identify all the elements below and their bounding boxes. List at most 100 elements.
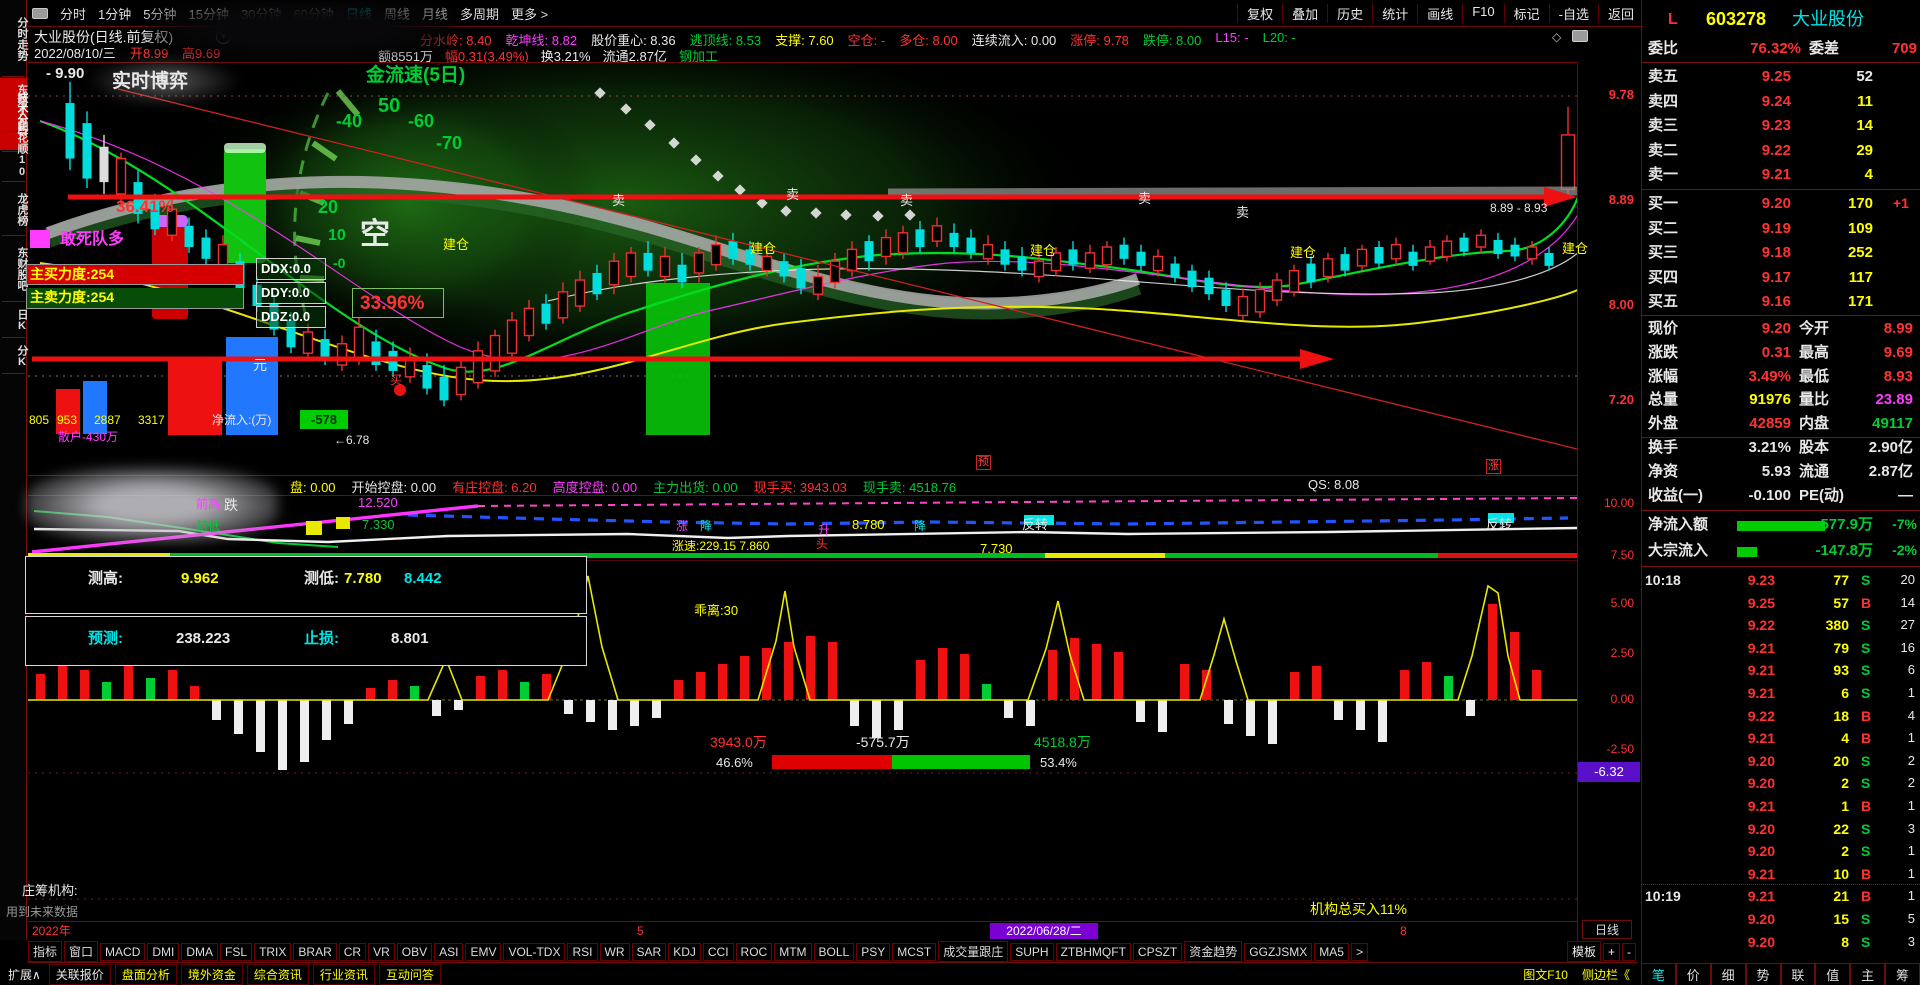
stat-row-换手: 换手 3.21% 股本 2.90亿 bbox=[1641, 437, 1920, 460]
tuwen-f10-button[interactable]: 图文F10 bbox=[1516, 965, 1575, 984]
toolbar-button-叠加[interactable]: 叠加 bbox=[1282, 3, 1327, 23]
tab-BRAR[interactable]: BRAR bbox=[293, 942, 337, 961]
sidebar-item-4[interactable]: 同花顺10 bbox=[0, 118, 28, 180]
blur-patch-left bbox=[26, 468, 278, 542]
tab-窗口[interactable]: 窗口 bbox=[64, 941, 99, 962]
template-button[interactable]: 模板 bbox=[1566, 941, 1601, 962]
toolbar-button-返回[interactable]: 返回 bbox=[1597, 3, 1643, 23]
mini-window-icon[interactable] bbox=[1572, 30, 1588, 42]
tab-CCI[interactable]: CCI bbox=[702, 942, 734, 961]
bid-row-5: 买五 9.16 171 bbox=[1641, 290, 1920, 314]
tick-count: 1 bbox=[1907, 685, 1915, 700]
ask-qty: 52 bbox=[1856, 68, 1873, 85]
period-分时[interactable]: 分时 bbox=[54, 4, 92, 23]
tab-DMA[interactable]: DMA bbox=[181, 942, 219, 961]
tab-TRIX[interactable]: TRIX bbox=[254, 942, 292, 961]
sidebar-item-7[interactable]: 日K bbox=[0, 304, 28, 336]
bid-label: 买四 bbox=[1648, 268, 1679, 286]
quote-tab-势[interactable]: 势 bbox=[1745, 962, 1781, 985]
tick-count: 1 bbox=[1907, 888, 1915, 904]
toolbar-button--自选[interactable]: -自选 bbox=[1548, 3, 1598, 23]
statusbar-盘面分析[interactable]: 盘面分析 bbox=[114, 963, 177, 985]
tick-direction: B bbox=[1861, 798, 1872, 814]
tab-GGZJSMX[interactable]: GGZJSMX bbox=[1244, 942, 1313, 961]
sidebar-item-1[interactable]: 分时走势 bbox=[0, 3, 28, 75]
oscpane-label-6: 46.6% bbox=[716, 755, 753, 770]
statusbar-互动问答[interactable]: 互动问答 bbox=[378, 963, 441, 985]
tab-CPSZT[interactable]: CPSZT bbox=[1132, 942, 1183, 961]
tab-MACD[interactable]: MACD bbox=[100, 942, 146, 961]
overlay-label-7: 20 bbox=[318, 197, 339, 217]
quote-tab-价[interactable]: 价 bbox=[1675, 962, 1711, 985]
tab-ZTBHMQFT[interactable]: ZTBHMQFT bbox=[1055, 942, 1131, 961]
netflow-badge: -578 bbox=[300, 410, 348, 429]
quote-tab-主[interactable]: 主 bbox=[1850, 962, 1886, 985]
statusbar-扩展∧[interactable]: 扩展∧ bbox=[0, 965, 49, 984]
tab-WR[interactable]: WR bbox=[599, 942, 630, 961]
toolbar-button-F10[interactable]: F10 bbox=[1462, 3, 1503, 23]
tab-CR[interactable]: CR bbox=[338, 942, 367, 961]
statusbar-关联报价[interactable]: 关联报价 bbox=[48, 963, 111, 985]
stat-label-2: PE(动) bbox=[1799, 486, 1845, 504]
sidebar-item-5[interactable]: 龙虎榜 bbox=[0, 184, 28, 234]
tab-SAR[interactable]: SAR bbox=[631, 942, 667, 961]
tab->[interactable]: > bbox=[1350, 942, 1368, 961]
statusbar-综合资讯[interactable]: 综合资讯 bbox=[246, 963, 309, 985]
quote-tab-值[interactable]: 值 bbox=[1815, 962, 1851, 985]
toolbar-button-历史[interactable]: 历史 bbox=[1327, 3, 1372, 23]
tab-BOLL[interactable]: BOLL bbox=[813, 942, 855, 961]
toolbar-button-画线[interactable]: 画线 bbox=[1417, 3, 1462, 23]
tab-VR[interactable]: VR bbox=[368, 942, 395, 961]
tick-price: 9.22 bbox=[1747, 617, 1775, 634]
tab-DMI[interactable]: DMI bbox=[147, 942, 180, 961]
stat-label-2: 最高 bbox=[1799, 343, 1830, 361]
tab-OBV[interactable]: OBV bbox=[396, 942, 433, 961]
period-更多 >[interactable]: 更多 > bbox=[505, 4, 554, 23]
sidebar-item-8[interactable]: 分K bbox=[0, 340, 28, 372]
tab-MA5[interactable]: MA5 bbox=[1314, 942, 1349, 961]
toolbar-button-统计[interactable]: 统计 bbox=[1372, 3, 1417, 23]
readout1-2: 股价重心: 8.36 bbox=[591, 33, 676, 48]
tick-volume: 18 bbox=[1833, 707, 1849, 724]
statusbar-行业资讯[interactable]: 行业资讯 bbox=[312, 963, 375, 985]
quote-tab-筹[interactable]: 筹 bbox=[1885, 962, 1920, 985]
tab-MTM[interactable]: MTM bbox=[774, 942, 812, 961]
tab-EMV[interactable]: EMV bbox=[465, 942, 502, 961]
tab-资金趋势[interactable]: 资金趋势 bbox=[1184, 941, 1243, 962]
zoom-in-button[interactable]: + bbox=[1602, 942, 1620, 961]
tab-MCST[interactable]: MCST bbox=[892, 942, 937, 961]
tab-RSI[interactable]: RSI bbox=[567, 942, 598, 961]
panel-sep bbox=[1641, 315, 1920, 316]
trendpane-label-13: 涨速:229.15 7.860 bbox=[672, 539, 770, 553]
zoom-out-button[interactable]: - bbox=[1622, 942, 1636, 961]
quote-tab-联[interactable]: 联 bbox=[1780, 962, 1816, 985]
bid-row-4: 买四 9.17 117 bbox=[1641, 266, 1920, 290]
tab-SUPH[interactable]: SUPH bbox=[1010, 942, 1054, 961]
oscillator-pane[interactable] bbox=[28, 560, 1577, 922]
ddx-panel: DDX:0.0 DDY:0.0 DDZ:0.0 bbox=[256, 258, 326, 330]
quote-tab-细[interactable]: 细 bbox=[1710, 962, 1746, 985]
oscpane-label-8: 机构总买入11% bbox=[1310, 901, 1407, 917]
tab-VOL-TDX[interactable]: VOL-TDX bbox=[503, 942, 566, 961]
tab-PSY[interactable]: PSY bbox=[856, 942, 891, 961]
tick-time: 10:18 bbox=[1645, 572, 1681, 588]
tab-ROC[interactable]: ROC bbox=[735, 942, 773, 961]
period-badge[interactable]: 日线 bbox=[1582, 920, 1632, 939]
tab-KDJ[interactable]: KDJ bbox=[668, 942, 701, 961]
tab-ASI[interactable]: ASI bbox=[434, 942, 464, 961]
toolbar-button-复权[interactable]: 复权 bbox=[1237, 3, 1282, 23]
period-1分钟[interactable]: 1分钟 bbox=[92, 4, 137, 23]
trendpane-label-3: 12.520 bbox=[358, 495, 398, 510]
tab-FSL[interactable]: FSL bbox=[220, 942, 253, 961]
statusbar-境外资金[interactable]: 境外资金 bbox=[180, 963, 243, 985]
tab-指标[interactable]: 指标 bbox=[28, 941, 63, 962]
sidebar-item-6[interactable]: 东财股吧 bbox=[0, 238, 28, 300]
overlay-label-24: 卖 bbox=[900, 193, 914, 208]
tick-direction: S bbox=[1861, 572, 1871, 588]
sidebar-toggle-button[interactable]: 侧边栏《 bbox=[1575, 965, 1637, 984]
period-多周期[interactable]: 多周期 bbox=[454, 4, 505, 23]
quote-tab-笔[interactable]: 笔 bbox=[1641, 962, 1676, 985]
toolbar-button-标记[interactable]: 标记 bbox=[1503, 3, 1549, 23]
window-icon[interactable] bbox=[32, 7, 48, 19]
tab-成交量跟庄[interactable]: 成交量跟庄 bbox=[938, 941, 1009, 962]
